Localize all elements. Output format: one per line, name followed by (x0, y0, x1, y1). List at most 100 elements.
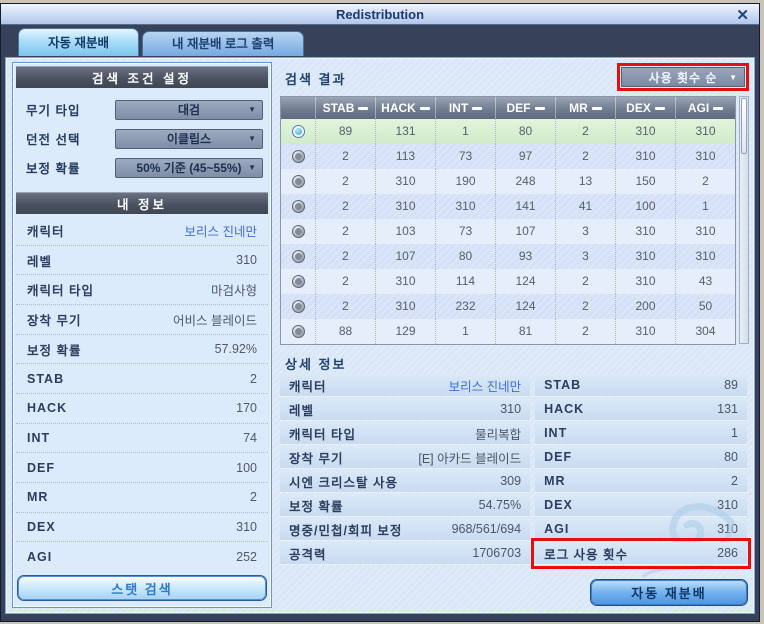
results-scrollbar[interactable] (739, 96, 749, 344)
result-row-6[interactable]: 2 107 80 93 3 310 310 (281, 244, 735, 269)
column-header-mr[interactable]: MR (555, 97, 615, 119)
cell-int: 73 (435, 219, 495, 244)
detail-label: 공격력 (289, 547, 327, 562)
column-label: MR (569, 101, 588, 115)
result-row-1[interactable]: 89 131 1 80 2 310 310 (281, 119, 735, 144)
cell-def: 93 (495, 244, 555, 269)
sort-minus-icon[interactable] (654, 106, 665, 110)
search-results-panel: 검색 결과 사용 횟수 순 ▼ STAB HACK INT DEF MR DEX… (278, 62, 751, 608)
detail-row-level: 레벨 310 (280, 398, 531, 421)
dungeon-select-dropdown[interactable]: 이클립스 ▼ (115, 128, 263, 149)
cell-dex: 150 (615, 169, 675, 194)
radio-button[interactable] (281, 269, 315, 294)
detail-row-hack: HACK 131 (535, 398, 747, 421)
cell-mr: 2 (555, 119, 615, 144)
column-header-agi[interactable]: AGI (675, 97, 735, 119)
sort-order-dropdown[interactable]: 사용 횟수 순 ▼ (621, 67, 745, 87)
info-value: 252 (236, 549, 257, 564)
cell-stab: 2 (315, 294, 375, 319)
radio-button[interactable] (281, 244, 315, 269)
column-header-int[interactable]: INT (435, 97, 495, 119)
auto-redistribute-button[interactable]: 자동 재분배 (591, 580, 747, 605)
result-row-7[interactable]: 2 310 114 124 2 310 43 (281, 269, 735, 294)
chevron-down-icon: ▼ (729, 72, 738, 82)
detail-row-crystal-used: 시엔 크리스탈 사용 309 (280, 470, 531, 493)
cell-mr: 41 (555, 194, 615, 219)
cell-mr: 2 (555, 269, 615, 294)
sort-minus-icon[interactable] (419, 106, 430, 110)
cell-mr: 2 (555, 294, 615, 319)
result-row-3[interactable]: 2 310 190 248 13 150 2 (281, 169, 735, 194)
cell-hack: 310 (375, 169, 435, 194)
main-content: 검색 조건 설정 무기 타입 대검 ▼ 던전 선택 이클립스 ▼ 보정 확률 5… (5, 57, 755, 614)
cell-agi: 2 (675, 169, 735, 194)
cell-stab: 2 (315, 244, 375, 269)
radio-button[interactable] (281, 294, 315, 319)
weapon-type-dropdown[interactable]: 대검 ▼ (115, 99, 263, 120)
column-header-stab[interactable]: STAB (315, 97, 375, 119)
info-value: 마검사형 (210, 284, 257, 299)
info-value: 2 (250, 490, 257, 505)
result-row-4[interactable]: 2 310 310 141 41 100 1 (281, 194, 735, 219)
cell-stab: 2 (315, 194, 375, 219)
tab-my-log-output[interactable]: 내 재분배 로그 출력 (141, 31, 305, 56)
cell-dex: 310 (615, 269, 675, 294)
cell-int: 80 (435, 244, 495, 269)
radio-icon (291, 300, 305, 313)
radio-button[interactable] (281, 219, 315, 244)
result-row-8[interactable]: 2 310 232 124 2 200 50 (281, 294, 735, 319)
detail-value: 80 (724, 450, 738, 464)
cell-hack: 310 (375, 194, 435, 219)
stat-search-button[interactable]: 스탯 검색 (18, 576, 266, 600)
sort-minus-icon[interactable] (472, 106, 483, 110)
cell-def: 81 (495, 319, 555, 344)
tab-bar: 자동 재분배 내 재분배 로그 출력 (1, 25, 759, 56)
info-row-character-type: 캐릭터 타입 마검사형 (16, 275, 268, 306)
detail-value: 131 (717, 402, 738, 416)
cell-stab: 2 (315, 269, 375, 294)
info-label: HACK (27, 401, 68, 416)
probability-dropdown[interactable]: 50% 기준 (45~55%) ▼ (115, 157, 263, 178)
detail-value: 286 (717, 546, 738, 560)
chevron-down-icon: ▼ (248, 163, 256, 172)
info-row-probability: 보정 확률 57.92% (16, 335, 268, 365)
column-header-dex[interactable]: DEX (615, 97, 675, 119)
my-info-list: 캐릭터 보리스 진네만 레벨 310 캐릭터 타입 마검사형 장착 무기 어비스… (13, 214, 271, 571)
result-row-5[interactable]: 2 103 73 107 3 310 310 (281, 219, 735, 244)
detail-label: STAB (544, 378, 582, 392)
sort-minus-icon[interactable] (591, 106, 602, 110)
cell-agi: 310 (675, 119, 735, 144)
cell-dex: 100 (615, 194, 675, 219)
result-row-2[interactable]: 2 113 73 97 2 310 310 (281, 144, 735, 169)
sort-minus-icon[interactable] (534, 106, 545, 110)
column-header-hack[interactable]: HACK (375, 97, 435, 119)
radio-button[interactable] (281, 194, 315, 219)
cell-agi: 310 (675, 219, 735, 244)
detail-value: 89 (724, 378, 738, 392)
detail-value: 보리스 진네만 (448, 379, 522, 394)
cell-def: 107 (495, 219, 555, 244)
radio-button[interactable] (281, 119, 315, 144)
close-icon[interactable]: ✕ (736, 4, 749, 25)
info-label: DEF (27, 460, 55, 475)
radio-button[interactable] (281, 144, 315, 169)
scrollbar-thumb[interactable] (741, 98, 747, 154)
result-row-9[interactable]: 88 129 1 81 2 310 304 (281, 319, 735, 344)
cell-int: 310 (435, 194, 495, 219)
weapon-type-label: 무기 타입 (26, 104, 81, 118)
tab-auto-redistribute[interactable]: 자동 재분배 (18, 28, 139, 56)
cell-stab: 2 (315, 144, 375, 169)
detail-row-int: INT 1 (535, 422, 747, 445)
sort-minus-icon[interactable] (358, 106, 369, 110)
radio-button[interactable] (281, 319, 315, 344)
details-left-column: 캐릭터 보리스 진네만 레벨 310 캐릭터 타입 물리복합 장착 무기 [E]… (280, 374, 531, 565)
column-header-def[interactable]: DEF (495, 97, 555, 119)
cell-def: 97 (495, 144, 555, 169)
sort-minus-icon[interactable] (713, 106, 724, 110)
info-label: 레벨 (27, 254, 53, 269)
info-value: 310 (236, 253, 257, 267)
radio-button[interactable] (281, 169, 315, 194)
title-bar: Redistribution ✕ (1, 4, 759, 25)
info-row-int: INT 74 (16, 424, 268, 454)
radio-icon (291, 200, 305, 213)
